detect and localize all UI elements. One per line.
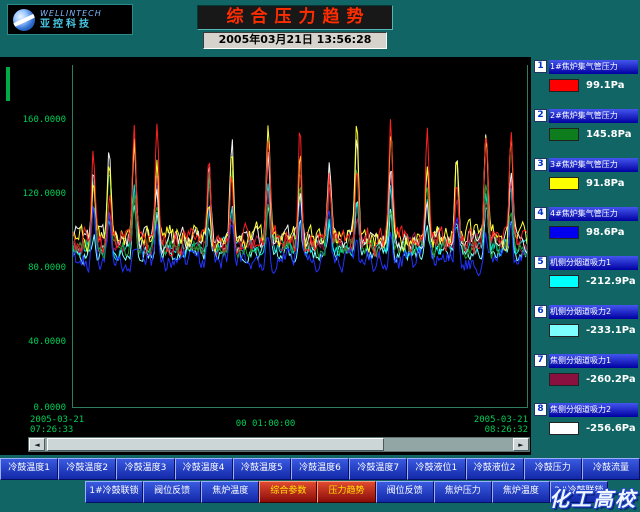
nav-button[interactable]: 冷鼓温度2 — [58, 458, 117, 480]
nav-button[interactable]: 冷鼓温度1 — [0, 458, 59, 480]
datetime-display: 2005年03月21日 13:56:28 — [203, 32, 387, 49]
legend-label: 焦侧分烟道吸力1 — [549, 353, 638, 368]
legend-item: 5 机侧分烟道吸力1 -212.9Pa — [534, 255, 638, 304]
legend-item: 8 焦侧分烟道吸力2 -256.6Pa — [534, 402, 638, 451]
legend-item: 4 4#焦炉集气管压力 98.6Pa — [534, 206, 638, 255]
legend-value: -256.6Pa — [586, 423, 636, 434]
scada-screen: WELLINTECH 亚控科技 综合压力趋势 2005年03月21日 13:56… — [0, 0, 640, 512]
legend-panel: 1 1#焦炉集气管压力 99.1Pa 2 2#焦炉集气管压力 145.8Pa 3 3#焦炉集气… — [534, 59, 638, 455]
x-axis-end-label: 2005-03-21 08:26:32 — [474, 415, 528, 435]
logo-globe-icon — [13, 8, 35, 31]
nav-button[interactable]: 焦炉温度 — [491, 481, 550, 503]
header-bar: WELLINTECH 亚控科技 综合压力趋势 2005年03月21日 13:56… — [0, 0, 640, 57]
watermark: 化工高校 — [549, 487, 637, 511]
nav-button[interactable]: 冷鼓温度4 — [174, 458, 233, 480]
page-title: 综合压力趋势 — [197, 5, 393, 30]
nav-button[interactable]: 1#冷鼓联锁 — [85, 481, 144, 503]
nav-button[interactable]: 阀位反馈 — [143, 481, 202, 503]
scroll-right-button[interactable]: ► — [513, 438, 529, 451]
y-tick-label: 80.0000 — [28, 263, 66, 273]
legend-color-swatch — [549, 128, 579, 141]
nav-button[interactable]: 冷鼓温度3 — [116, 458, 175, 480]
x-end-date: 2005-03-21 — [473, 415, 528, 425]
nav-button[interactable]: 冷鼓液位2 — [465, 458, 524, 480]
nav-button[interactable]: 冷鼓流量 — [581, 458, 640, 480]
legend-pen-icon[interactable]: 1 — [534, 60, 547, 73]
legend-color-swatch — [549, 275, 579, 288]
y-tick-label: 40.0000 — [28, 337, 66, 347]
legend-value: -212.9Pa — [586, 276, 636, 287]
nav-button[interactable]: 焦炉压力 — [433, 481, 492, 503]
nav-button[interactable]: 焦炉温度 — [201, 481, 260, 503]
legend-label: 3#焦炉集气管压力 — [549, 157, 638, 172]
legend-value: 99.1Pa — [586, 80, 625, 91]
legend-pen-icon[interactable]: 5 — [534, 256, 547, 269]
scroll-left-button[interactable]: ◄ — [29, 438, 45, 451]
legend-label: 2#焦炉集气管压力 — [549, 108, 638, 123]
nav-button[interactable]: 冷鼓温度5 — [232, 458, 291, 480]
legend-label: 4#焦炉集气管压力 — [549, 206, 638, 221]
y-tick-label: 160.0000 — [22, 115, 66, 125]
nav-button[interactable]: 冷鼓液位1 — [407, 458, 466, 480]
legend-item: 6 机侧分烟道吸力2 -233.1Pa — [534, 304, 638, 353]
x-axis-span-label: 00 01:00:00 — [235, 419, 296, 429]
legend-item: 3 3#焦炉集气管压力 91.8Pa — [534, 157, 638, 206]
y-tick-label: 0.0000 — [33, 403, 66, 413]
legend-pen-icon[interactable]: 6 — [534, 305, 547, 318]
trend-chart-panel: 160.0000 120.0000 80.0000 40.0000 0.0000… — [0, 57, 531, 455]
legend-value: -233.1Pa — [586, 325, 636, 336]
legend-color-swatch — [549, 324, 579, 337]
legend-label: 1#焦炉集气管压力 — [549, 59, 638, 74]
legend-label: 机侧分烟道吸力2 — [549, 304, 638, 319]
nav-button[interactable]: 阀位反馈 — [375, 481, 434, 503]
y-tick-label: 120.0000 — [22, 189, 66, 199]
legend-pen-icon[interactable]: 4 — [534, 207, 547, 220]
legend-pen-icon[interactable]: 3 — [534, 158, 547, 171]
legend-item: 2 2#焦炉集气管压力 145.8Pa — [534, 108, 638, 157]
nav-button-active[interactable]: 综合参数 — [259, 481, 318, 503]
legend-label: 焦侧分烟道吸力2 — [549, 402, 638, 417]
nav-button[interactable]: 冷鼓压力 — [523, 458, 582, 480]
nav-button[interactable]: 冷鼓温度7 — [349, 458, 408, 480]
legend-item: 7 焦侧分烟道吸力1 -260.2Pa — [534, 353, 638, 402]
legend-value: -260.2Pa — [586, 374, 636, 385]
legend-color-swatch — [549, 79, 579, 92]
y-axis-slider[interactable] — [6, 67, 10, 101]
legend-label: 机侧分烟道吸力1 — [549, 255, 638, 270]
legend-color-swatch — [549, 226, 579, 239]
legend-color-swatch — [549, 177, 579, 190]
trend-plot[interactable] — [72, 65, 528, 408]
legend-value: 98.6Pa — [586, 227, 625, 238]
nav-button-active[interactable]: 压力趋势 — [317, 481, 376, 503]
legend-pen-icon[interactable]: 8 — [534, 403, 547, 416]
logo-line1: WELLINTECH — [40, 8, 102, 18]
legend-pen-icon[interactable]: 2 — [534, 109, 547, 122]
legend-value: 91.8Pa — [586, 178, 625, 189]
legend-item: 1 1#焦炉集气管压力 99.1Pa — [534, 59, 638, 108]
nav-button[interactable]: 冷鼓温度6 — [290, 458, 350, 480]
nav-row-bottom: 1#冷鼓联锁 阀位反馈 焦炉温度 综合参数 压力趋势 阀位反馈 焦炉压力 焦炉温度 2#冷鼓联锁 — [85, 481, 608, 503]
vendor-logo: WELLINTECH 亚控科技 — [7, 4, 133, 35]
scrollbar-track[interactable] — [45, 438, 513, 451]
time-scrollbar: ◄ ► — [28, 437, 530, 452]
scrollbar-thumb[interactable] — [47, 438, 384, 451]
legend-value: 145.8Pa — [586, 129, 632, 140]
legend-color-swatch — [549, 422, 579, 435]
legend-pen-icon[interactable]: 7 — [534, 354, 547, 367]
x-end-time: 08:26:32 — [484, 425, 528, 435]
nav-row-top: 冷鼓温度1 冷鼓温度2 冷鼓温度3 冷鼓温度4 冷鼓温度5 冷鼓温度6 冷鼓温度7 冷鼓液位1… — [0, 458, 640, 480]
legend-color-swatch — [549, 373, 579, 386]
logo-text: WELLINTECH 亚控科技 — [40, 9, 102, 31]
logo-line2: 亚控科技 — [40, 18, 92, 30]
